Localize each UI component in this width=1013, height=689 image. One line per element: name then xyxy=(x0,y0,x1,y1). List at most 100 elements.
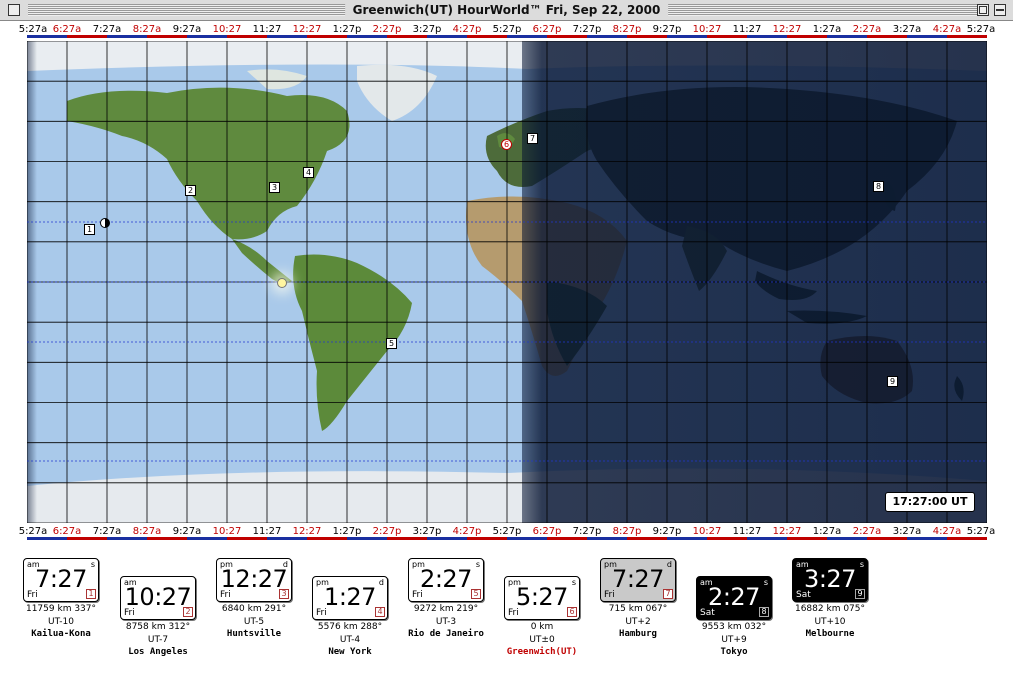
clock-distance: 11759 km 337° xyxy=(25,604,96,614)
clock-face[interactable]: am 10:27 Fri 2 xyxy=(120,576,196,620)
time-scale-bar xyxy=(67,35,107,38)
time-scale-bar xyxy=(867,537,907,540)
time-label: 5:27a xyxy=(966,24,996,35)
window-title: Greenwich(UT) HourWorld™ Fri, Sep 22, 20… xyxy=(344,2,669,18)
clock-distance: 5576 km 288° xyxy=(317,622,383,632)
time-scale-bar xyxy=(827,35,867,38)
clock-distance: 16882 km 075° xyxy=(794,604,865,614)
city-clock[interactable]: pm d 12:27 Fri 3 6840 km 291° UT-5 Huntsville xyxy=(204,558,304,640)
time-scale-bar xyxy=(627,35,667,38)
bottom-time-scale: 5:27a 6:27a 7:27a 8:27a 9:27a 10:27 11:27 12:27… xyxy=(0,524,1013,540)
time-label: 9:27a xyxy=(172,526,202,537)
time-label: 10:27 xyxy=(212,24,242,35)
clock-city-name: New York xyxy=(328,647,372,657)
clock-day: Fri xyxy=(27,590,38,600)
time-scale-bar xyxy=(467,537,507,540)
city-marker-1[interactable]: 1 xyxy=(84,224,95,235)
clock-utc-offset: UT-10 xyxy=(48,617,74,627)
city-clock[interactable]: am s 3:27 Sat 9 16882 km 075° UT+10 Melbourne xyxy=(780,558,880,640)
time-label: 12:27 xyxy=(292,526,322,537)
city-clock-strip: am s 7:27 Fri 1 11759 km 337° UT-10 Kailua-Kona… xyxy=(0,542,1013,689)
clock-face[interactable]: pm d 7:27 Fri 7 xyxy=(600,558,676,602)
clock-number: 3 xyxy=(279,589,289,599)
window-title-bar[interactable]: Greenwich(UT) HourWorld™ Fri, Sep 22, 20… xyxy=(0,0,1013,21)
clock-face[interactable]: am s 3:27 Sat 9 xyxy=(792,558,868,602)
time-scale-bar xyxy=(27,35,67,38)
collapse-box-button[interactable] xyxy=(994,4,1006,16)
clock-face[interactable]: pm d 12:27 Fri 3 xyxy=(216,558,292,602)
time-scale-bar xyxy=(507,35,547,38)
time-scale-bar xyxy=(147,35,187,38)
time-label: 6:27p xyxy=(532,24,562,35)
time-label: 3:27p xyxy=(412,24,442,35)
time-label: 10:27 xyxy=(212,526,242,537)
city-marker-2[interactable]: 2 xyxy=(185,185,196,196)
time-scale-bar xyxy=(187,537,227,540)
city-marker-6[interactable]: 6 xyxy=(501,139,512,150)
time-scale-bar xyxy=(827,537,867,540)
clock-utc-offset: UT-5 xyxy=(243,617,265,627)
time-scale-bar xyxy=(587,35,627,38)
time-scale-bar xyxy=(187,35,227,38)
city-marker-5[interactable]: 5 xyxy=(386,338,397,349)
clock-face[interactable]: am s 2:27 Sat 8 xyxy=(696,576,772,620)
city-clock[interactable]: am s 7:27 Fri 1 11759 km 337° UT-10 Kailua-Kona xyxy=(11,558,111,640)
clock-city-name: Los Angeles xyxy=(128,647,188,657)
clock-utc-offset: UT-3 xyxy=(435,617,457,627)
time-scale-bar xyxy=(547,537,587,540)
time-label: 5:27p xyxy=(492,24,522,35)
city-clock[interactable]: am 10:27 Fri 2 8758 km 312° UT-7 Los Angeles xyxy=(108,576,208,658)
city-marker-4[interactable]: 4 xyxy=(303,167,314,178)
clock-face[interactable]: am s 7:27 Fri 1 xyxy=(23,558,99,602)
time-scale-bar xyxy=(227,35,267,38)
city-clock[interactable]: am s 2:27 Sat 8 9553 km 032° UT+9 Tokyo xyxy=(684,576,784,658)
clock-face[interactable]: pm s 2:27 Fri 5 xyxy=(408,558,484,602)
time-label: 11:27 xyxy=(732,526,762,537)
clock-number: 6 xyxy=(567,607,577,617)
clock-distance: 9272 km 219° xyxy=(413,604,479,614)
clock-number: 9 xyxy=(855,589,865,599)
clock-face[interactable]: pm s 5:27 Fri 6 xyxy=(504,576,580,620)
time-scale-bar xyxy=(667,537,707,540)
clock-day: Sat xyxy=(796,590,811,600)
city-clock[interactable]: pm d 7:27 Fri 7 715 km 067° UT+2 Hamburg xyxy=(588,558,688,640)
time-scale-bar xyxy=(27,537,67,540)
time-scale-bar xyxy=(947,537,987,540)
time-scale-bar xyxy=(667,35,707,38)
time-label: 5:27a xyxy=(966,526,996,537)
clock-face[interactable]: pm d 1:27 Fri 4 xyxy=(312,576,388,620)
zoom-box-button[interactable] xyxy=(977,4,989,16)
clock-city-name: Melbourne xyxy=(805,629,855,639)
time-label: 11:27 xyxy=(732,24,762,35)
city-clock[interactable]: pm d 1:27 Fri 4 5576 km 288° UT-4 New York xyxy=(300,576,400,658)
clock-day: Fri xyxy=(124,608,135,618)
time-scale-bar xyxy=(227,537,267,540)
city-marker-9[interactable]: 9 xyxy=(887,376,898,387)
time-scale-bar xyxy=(947,35,987,38)
time-label: 8:27p xyxy=(612,526,642,537)
world-map[interactable]: 1 2 3 4 5 6 7 8 9 17:27:00 UT xyxy=(27,41,987,523)
time-label: 8:27p xyxy=(612,24,642,35)
time-scale-bar xyxy=(587,537,627,540)
time-label: 6:27p xyxy=(532,526,562,537)
sun-icon xyxy=(277,278,287,288)
time-scale-bar xyxy=(427,537,467,540)
city-clock[interactable]: pm s 2:27 Fri 5 9272 km 219° UT-3 Rio de Janeir… xyxy=(396,558,496,640)
clock-distance: 8758 km 312° xyxy=(125,622,191,632)
city-marker-7[interactable]: 7 xyxy=(527,133,538,144)
time-label: 2:27a xyxy=(852,526,882,537)
time-scale-bar xyxy=(427,35,467,38)
clock-utc-offset: UT+9 xyxy=(721,635,747,645)
time-label: 7:27a xyxy=(92,526,122,537)
clock-day: Fri xyxy=(412,590,423,600)
time-label: 7:27a xyxy=(92,24,122,35)
time-label: 2:27p xyxy=(372,526,402,537)
city-clock[interactable]: pm s 5:27 Fri 6 0 km UT±0 Greenwich(UT) xyxy=(492,576,592,658)
clock-day: Fri xyxy=(604,590,615,600)
city-marker-8[interactable]: 8 xyxy=(873,181,884,192)
time-scale-bar xyxy=(67,537,107,540)
time-scale-bar xyxy=(507,537,547,540)
time-label: 11:27 xyxy=(252,526,282,537)
city-marker-3[interactable]: 3 xyxy=(269,182,280,193)
close-box-button[interactable] xyxy=(8,4,20,16)
